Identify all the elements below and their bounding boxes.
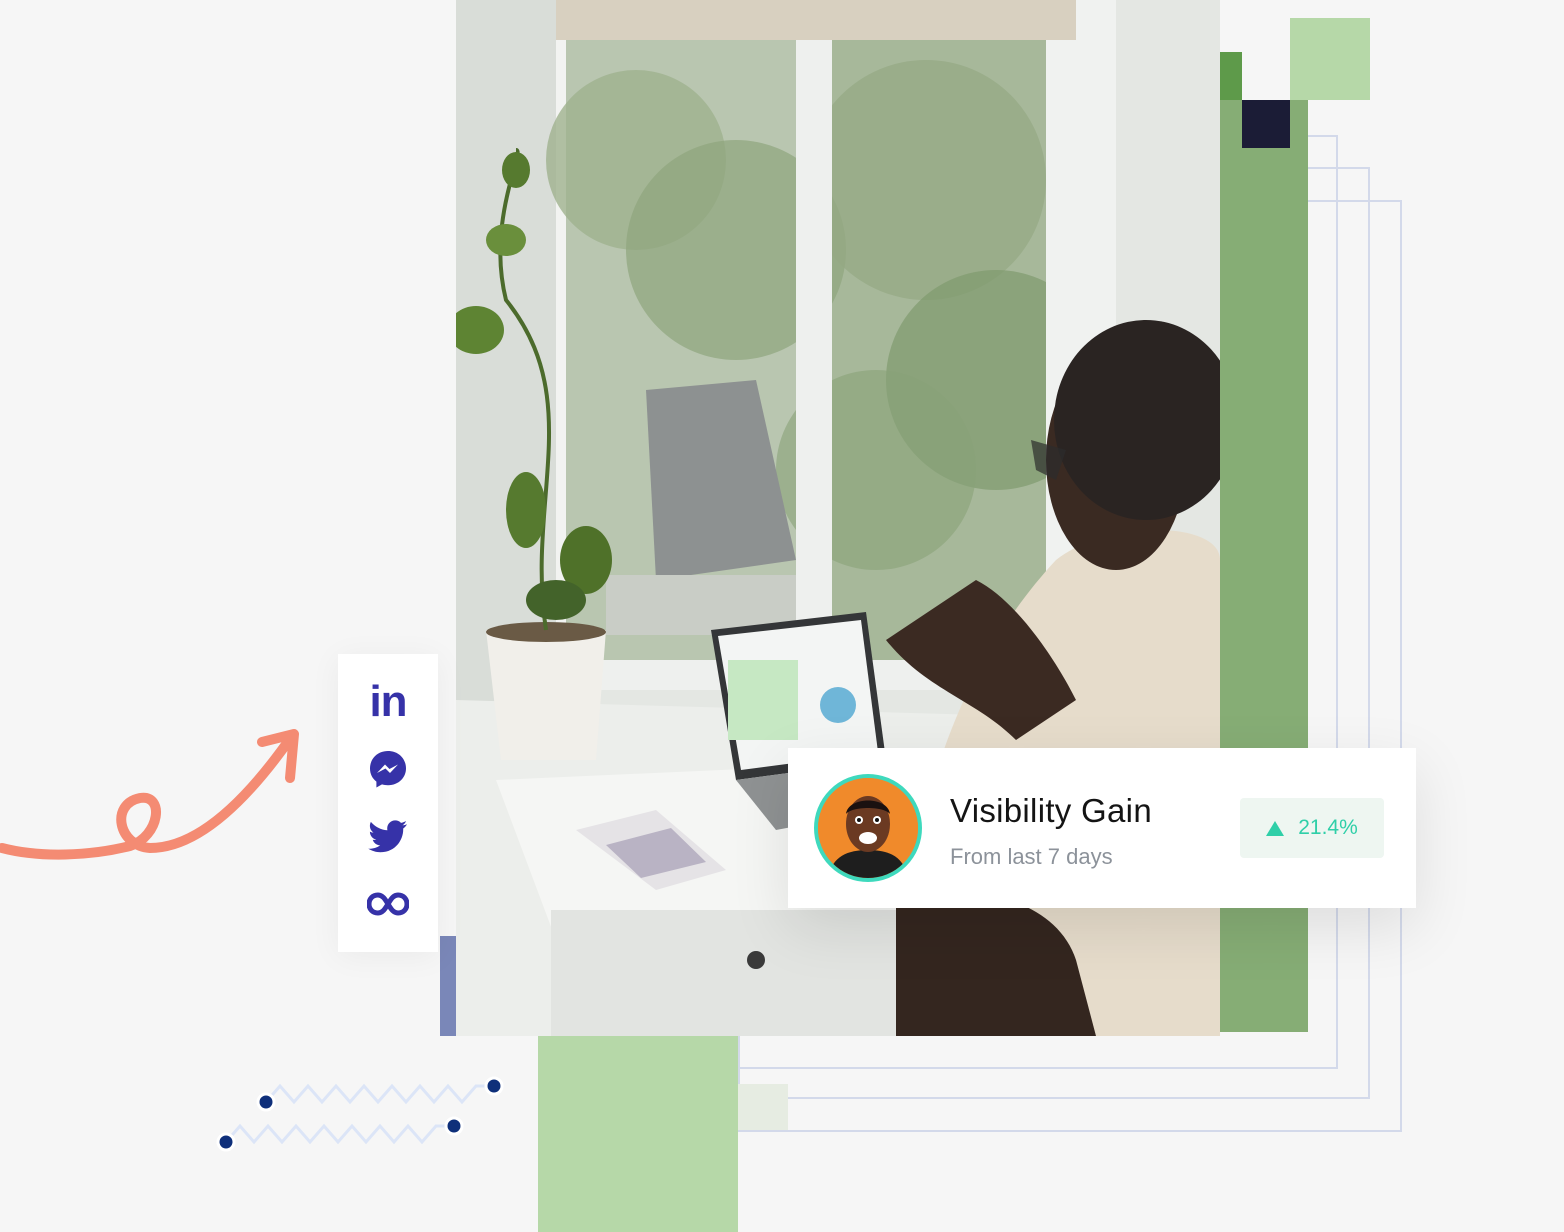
messenger-icon[interactable] xyxy=(365,746,411,792)
linkedin-label: in xyxy=(369,676,407,726)
decorative-green-bottom-block xyxy=(538,1036,738,1232)
social-icons-card: in xyxy=(338,654,438,952)
arrow-up-icon xyxy=(1266,820,1285,836)
twitter-icon[interactable] xyxy=(365,814,411,860)
avatar xyxy=(814,774,922,882)
stat-subtitle: From last 7 days xyxy=(950,844,1113,869)
decorative-navy-square xyxy=(1242,100,1290,148)
stat-title: Visibility Gain xyxy=(950,792,1152,829)
linkedin-icon[interactable]: in xyxy=(365,679,411,725)
decorative-green-square-dark xyxy=(1220,52,1242,100)
decorative-arrow-icon xyxy=(0,729,299,860)
change-value: 21.4% xyxy=(1298,816,1358,839)
visibility-gain-card: Visibility Gain From last 7 days 21.4% xyxy=(788,748,1416,908)
decorative-pale-square xyxy=(738,1084,788,1130)
infinity-icon[interactable] xyxy=(365,881,411,927)
decorative-green-square-light xyxy=(1290,18,1370,100)
decorative-zigzag-icon xyxy=(216,1076,504,1152)
change-badge: 21.4% xyxy=(1240,798,1384,858)
